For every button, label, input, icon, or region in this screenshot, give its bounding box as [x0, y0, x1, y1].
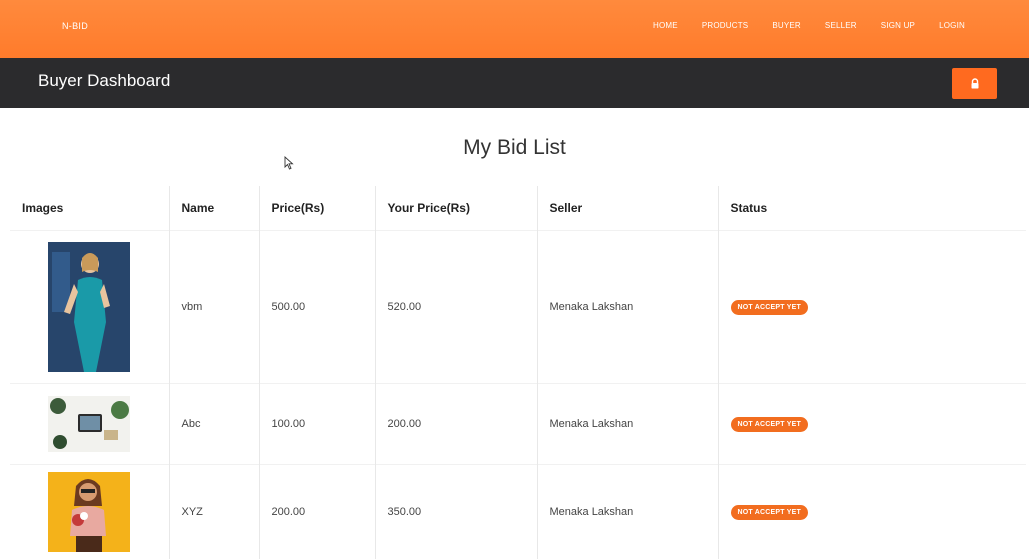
top-navbar: N-BID HOME PRODUCTS BUYER SELLER SIGN UP… — [0, 0, 1029, 58]
header-status: Status — [718, 186, 1026, 231]
image-cell — [10, 231, 169, 384]
seller-cell: Menaka Lakshan — [537, 465, 718, 559]
table-row: XYZ 200.00 350.00 Menaka Lakshan NOT ACC… — [10, 465, 1026, 559]
nav-login[interactable]: LOGIN — [939, 21, 965, 30]
nav-products[interactable]: PRODUCTS — [702, 21, 749, 30]
header-your-price: Your Price(Rs) — [375, 186, 537, 231]
bid-table-container: Images Name Price(Rs) Your Price(Rs) Sel… — [10, 186, 1028, 556]
table-row: vbm 500.00 520.00 Menaka Lakshan NOT ACC… — [10, 231, 1026, 384]
header-price: Price(Rs) — [259, 186, 375, 231]
bid-table: Images Name Price(Rs) Your Price(Rs) Sel… — [10, 186, 1026, 559]
name-cell: vbm — [169, 231, 259, 384]
product-image[interactable] — [48, 396, 130, 452]
product-image[interactable] — [48, 242, 130, 372]
your-price-cell: 520.00 — [375, 231, 537, 384]
seller-cell: Menaka Lakshan — [537, 231, 718, 384]
seller-cell: Menaka Lakshan — [537, 384, 718, 465]
product-photo-woman-yellow — [48, 472, 130, 552]
lock-icon — [970, 78, 980, 89]
product-photo-tablet-plants — [48, 396, 130, 452]
dashboard-title: Buyer Dashboard — [38, 71, 170, 91]
status-badge: NOT ACCEPT YET — [731, 505, 808, 520]
status-badge: NOT ACCEPT YET — [731, 417, 808, 432]
image-cell — [10, 465, 169, 559]
dashboard-header: Buyer Dashboard — [0, 58, 1029, 108]
product-photo-woman-teal — [48, 242, 130, 372]
nav-seller[interactable]: SELLER — [825, 21, 857, 30]
price-cell: 200.00 — [259, 465, 375, 559]
page-heading: My Bid List — [0, 136, 1029, 160]
nav-signup[interactable]: SIGN UP — [881, 21, 915, 30]
mouse-cursor-icon — [284, 156, 294, 170]
nav-home[interactable]: HOME — [653, 21, 678, 30]
name-cell: XYZ — [169, 465, 259, 559]
main-nav: HOME PRODUCTS BUYER SELLER SIGN UP LOGIN — [629, 21, 965, 30]
price-cell: 100.00 — [259, 384, 375, 465]
status-cell: NOT ACCEPT YET — [718, 231, 1026, 384]
product-image[interactable] — [48, 472, 130, 552]
table-row: Abc 100.00 200.00 Menaka Lakshan NOT ACC… — [10, 384, 1026, 465]
table-header-row: Images Name Price(Rs) Your Price(Rs) Sel… — [10, 186, 1026, 231]
header-images: Images — [10, 186, 169, 231]
header-seller: Seller — [537, 186, 718, 231]
brand-logo[interactable]: N-BID — [62, 21, 88, 31]
your-price-cell: 350.00 — [375, 465, 537, 559]
your-price-cell: 200.00 — [375, 384, 537, 465]
nav-buyer[interactable]: BUYER — [772, 21, 801, 30]
price-cell: 500.00 — [259, 231, 375, 384]
name-cell: Abc — [169, 384, 259, 465]
lock-button[interactable] — [952, 68, 997, 99]
status-badge: NOT ACCEPT YET — [731, 300, 808, 315]
image-cell — [10, 384, 169, 465]
status-cell: NOT ACCEPT YET — [718, 465, 1026, 559]
header-name: Name — [169, 186, 259, 231]
status-cell: NOT ACCEPT YET — [718, 384, 1026, 465]
